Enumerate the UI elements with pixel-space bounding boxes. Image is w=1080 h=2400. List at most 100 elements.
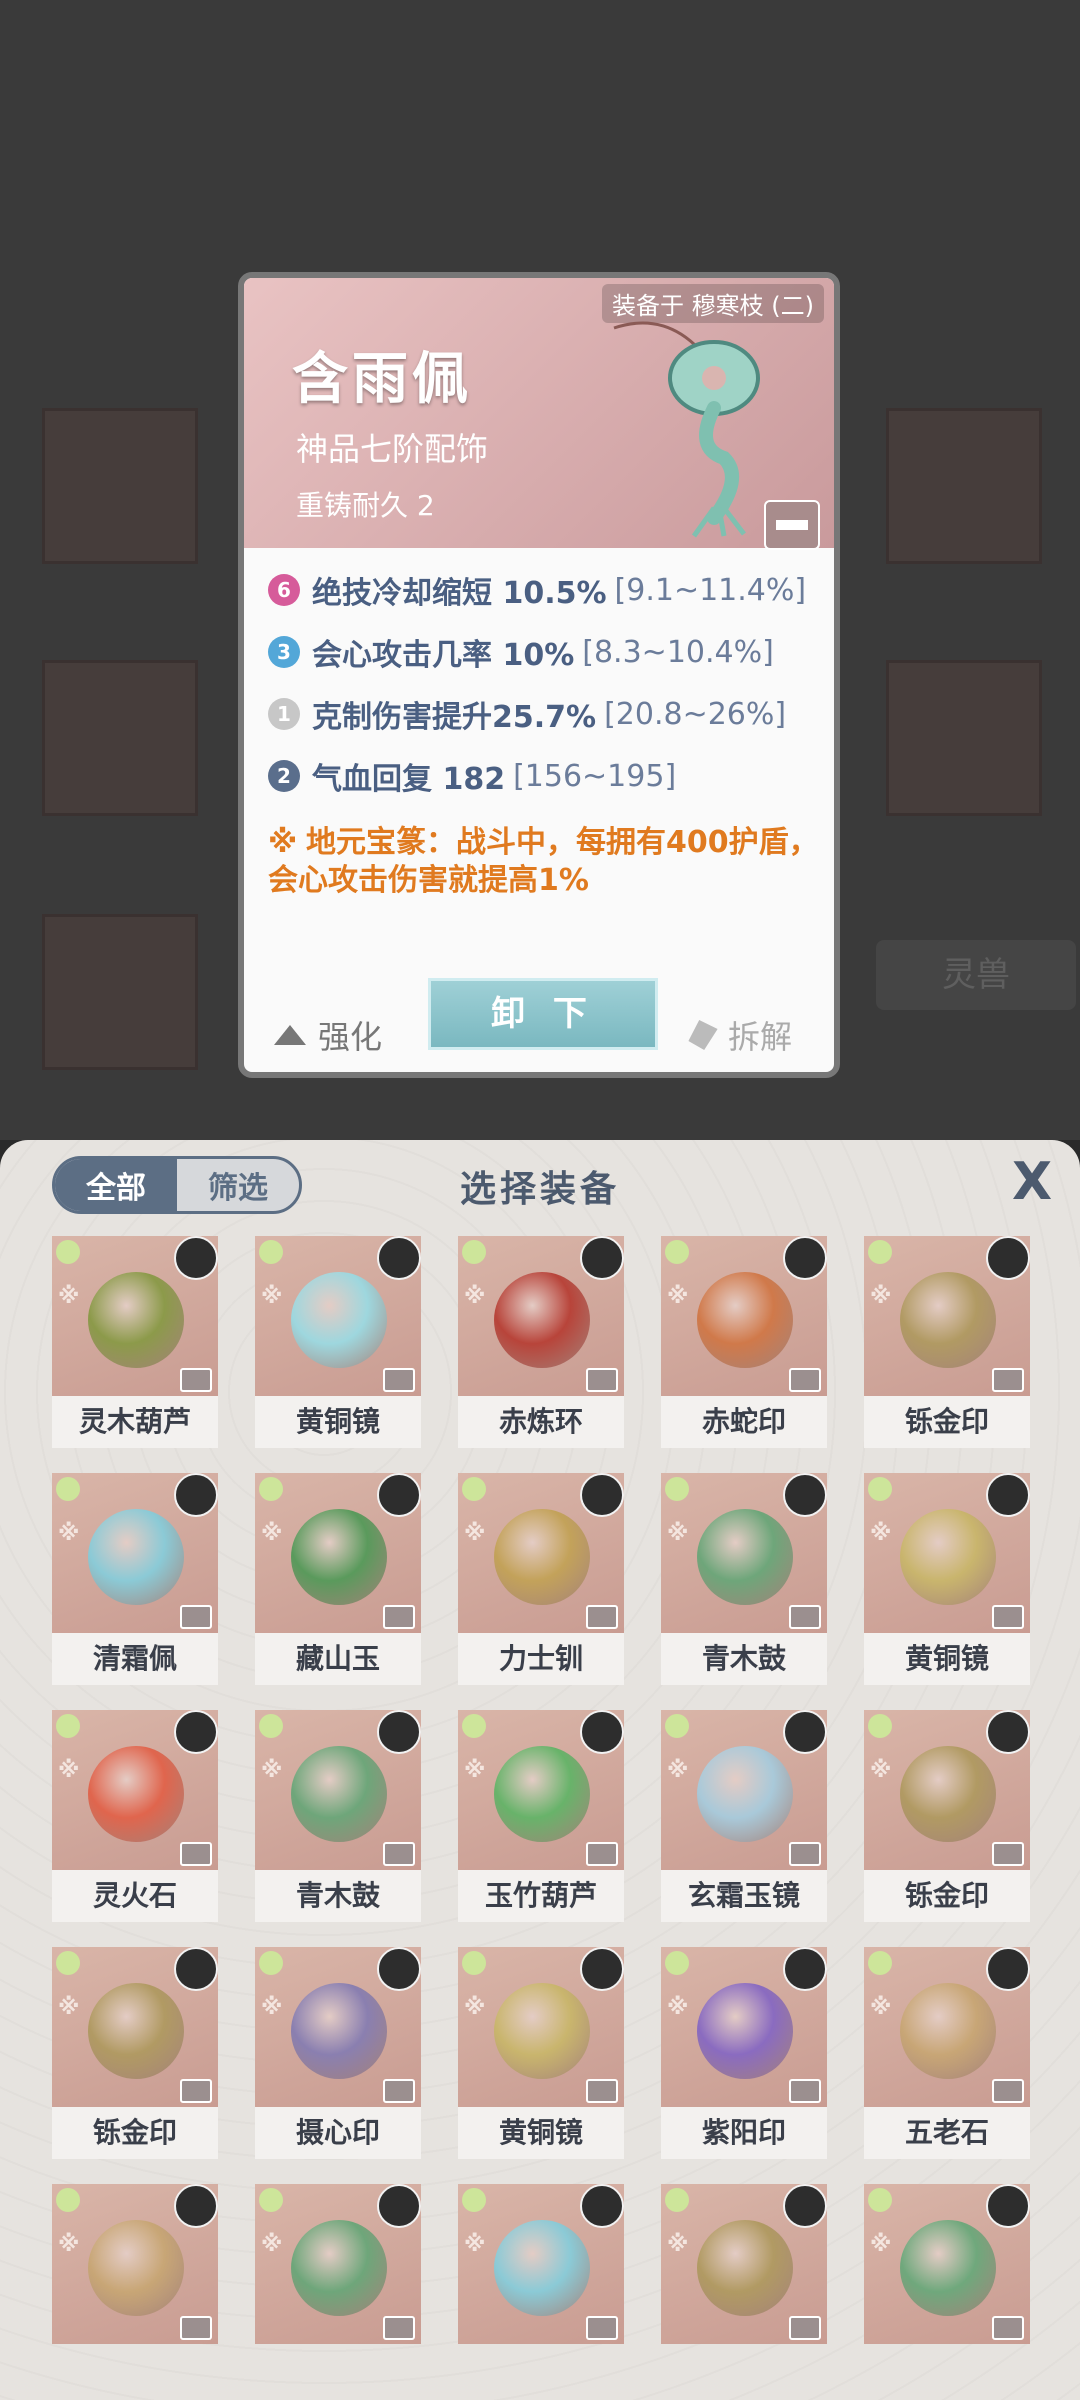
rune-icon: ※ <box>58 1284 80 1309</box>
character-avatar <box>580 1236 624 1280</box>
item-durability: 重铸耐久 2 <box>296 489 435 522</box>
lock-icon <box>383 1605 415 1629</box>
equipment-card[interactable]: ※ 黄铜镜 <box>255 1236 421 1448</box>
stat-level-badge: 2 <box>268 760 300 792</box>
rune-icon: ※ <box>870 1758 892 1783</box>
set-moon-icon <box>56 1240 80 1264</box>
equipment-item-icon <box>494 1983 590 2079</box>
equipment-card[interactable]: ※ <box>661 2184 827 2344</box>
set-moon-icon <box>868 1951 892 1975</box>
equipment-item-icon <box>291 1983 387 2079</box>
equipment-art: ※ <box>864 1710 1030 1870</box>
equipment-name: 清霜佩 <box>52 1633 218 1685</box>
equipment-card[interactable]: ※ 玄霜玉镜 <box>661 1710 827 1922</box>
equipment-item-icon <box>697 2220 793 2316</box>
lock-icon[interactable] <box>764 500 820 550</box>
lock-icon <box>180 2316 212 2340</box>
equipment-card[interactable]: ※ 藏山玉 <box>255 1473 421 1685</box>
equipment-art: ※ <box>661 2184 827 2344</box>
equipment-art: ※ <box>52 1473 218 1633</box>
rune-icon: ※ <box>667 1758 689 1783</box>
equipment-card[interactable]: ※ 玉竹葫芦 <box>458 1710 624 1922</box>
equipment-card[interactable]: ※ 灵火石 <box>52 1710 218 1922</box>
set-moon-icon <box>665 1240 689 1264</box>
lock-icon <box>992 1368 1024 1392</box>
unequip-button[interactable]: 卸 下 <box>428 978 658 1050</box>
rune-icon: ※ <box>667 1284 689 1309</box>
stat-name: 绝技冷却缩短 10.5% <box>312 576 607 611</box>
equipment-art: ※ <box>661 1473 827 1633</box>
equipment-card[interactable]: ※ 黄铜镜 <box>458 1947 624 2159</box>
equipment-card[interactable]: ※ 紫阳印 <box>661 1947 827 2159</box>
character-avatar <box>580 2184 624 2228</box>
equipment-art: ※ <box>864 2184 1030 2344</box>
special-effect: ※ 地元宝篆：战斗中，每拥有400护盾，会心攻击伤害就提高1% <box>268 824 828 900</box>
equipment-card[interactable]: ※ 五老石 <box>864 1947 1030 2159</box>
strengthen-button[interactable]: 强化 <box>274 1012 382 1058</box>
equipment-card[interactable]: ※ 力士钏 <box>458 1473 624 1685</box>
equipment-card[interactable]: ※ 黄铜镜 <box>864 1473 1030 1685</box>
equipment-card[interactable]: ※ 铄金印 <box>864 1710 1030 1922</box>
set-moon-icon <box>665 1477 689 1501</box>
set-moon-icon <box>259 1477 283 1501</box>
equipment-item-icon <box>291 1272 387 1368</box>
equipment-item-icon <box>900 2220 996 2316</box>
equipment-item-icon <box>88 1509 184 1605</box>
bg-equipment-slot <box>886 408 1042 564</box>
set-moon-icon <box>868 2188 892 2212</box>
character-avatar <box>783 1710 827 1754</box>
equipment-card[interactable]: ※ 青木鼓 <box>255 1710 421 1922</box>
lock-icon <box>789 2079 821 2103</box>
set-moon-icon <box>259 1240 283 1264</box>
equipment-item-icon <box>697 1983 793 2079</box>
set-moon-icon <box>56 1477 80 1501</box>
panel-title: 选择装备 <box>459 1169 620 1210</box>
equipment-card[interactable]: ※ <box>255 2184 421 2344</box>
character-avatar <box>377 1236 421 1280</box>
close-button[interactable]: X <box>1004 1154 1060 1210</box>
equipment-card[interactable]: ※ <box>52 2184 218 2344</box>
equipment-item-icon <box>494 2220 590 2316</box>
equipment-item-icon <box>494 1509 590 1605</box>
equipment-name: 黄铜镜 <box>864 1633 1030 1685</box>
character-avatar <box>580 1473 624 1517</box>
character-avatar <box>783 2184 827 2228</box>
equipment-card[interactable]: ※ 灵木葫芦 <box>52 1236 218 1448</box>
equipment-card[interactable]: ※ 青木鼓 <box>661 1473 827 1685</box>
equipment-art: ※ <box>458 1710 624 1870</box>
spirit-beast-tab[interactable]: 灵兽 <box>876 940 1076 1010</box>
bg-equipment-slot <box>886 660 1042 816</box>
lock-icon <box>180 1368 212 1392</box>
equipment-item-icon <box>291 1509 387 1605</box>
item-name: 含雨佩 <box>292 347 472 412</box>
lock-icon <box>789 2316 821 2340</box>
lock-icon <box>383 1842 415 1866</box>
lock-icon <box>180 2079 212 2103</box>
equipment-name: 摄心印 <box>255 2107 421 2159</box>
equipment-card[interactable]: ※ <box>864 2184 1030 2344</box>
dismantle-button[interactable]: 拆解 <box>690 1012 792 1058</box>
equipment-art: ※ <box>52 1947 218 2107</box>
stat-level-badge: 1 <box>268 698 300 730</box>
lock-icon <box>383 2079 415 2103</box>
set-moon-icon <box>259 1714 283 1738</box>
equipment-art: ※ <box>458 1947 624 2107</box>
equipment-card[interactable]: ※ 清霜佩 <box>52 1473 218 1685</box>
lock-icon <box>789 1605 821 1629</box>
equipment-art: ※ <box>661 1236 827 1396</box>
equipment-card[interactable]: ※ <box>458 2184 624 2344</box>
rune-icon: ※ <box>268 825 298 860</box>
equipment-card[interactable]: ※ 摄心印 <box>255 1947 421 2159</box>
equipment-card[interactable]: ※ 铄金印 <box>864 1236 1030 1448</box>
equipment-item-icon <box>697 1746 793 1842</box>
lock-icon <box>992 2316 1024 2340</box>
equipment-card[interactable]: ※ 赤炼环 <box>458 1236 624 1448</box>
stat-level-badge: 3 <box>268 636 300 668</box>
equipment-item-icon <box>697 1509 793 1605</box>
character-avatar <box>377 1947 421 1991</box>
equipment-card[interactable]: ※ 铄金印 <box>52 1947 218 2159</box>
detail-header: 装备于 穆寒枝 (二) 含雨佩 神品七阶配饰 重铸耐久 2 <box>244 278 834 550</box>
equipment-item-icon <box>291 1746 387 1842</box>
equipment-card[interactable]: ※ 赤蛇印 <box>661 1236 827 1448</box>
equipment-art: ※ <box>255 1236 421 1396</box>
